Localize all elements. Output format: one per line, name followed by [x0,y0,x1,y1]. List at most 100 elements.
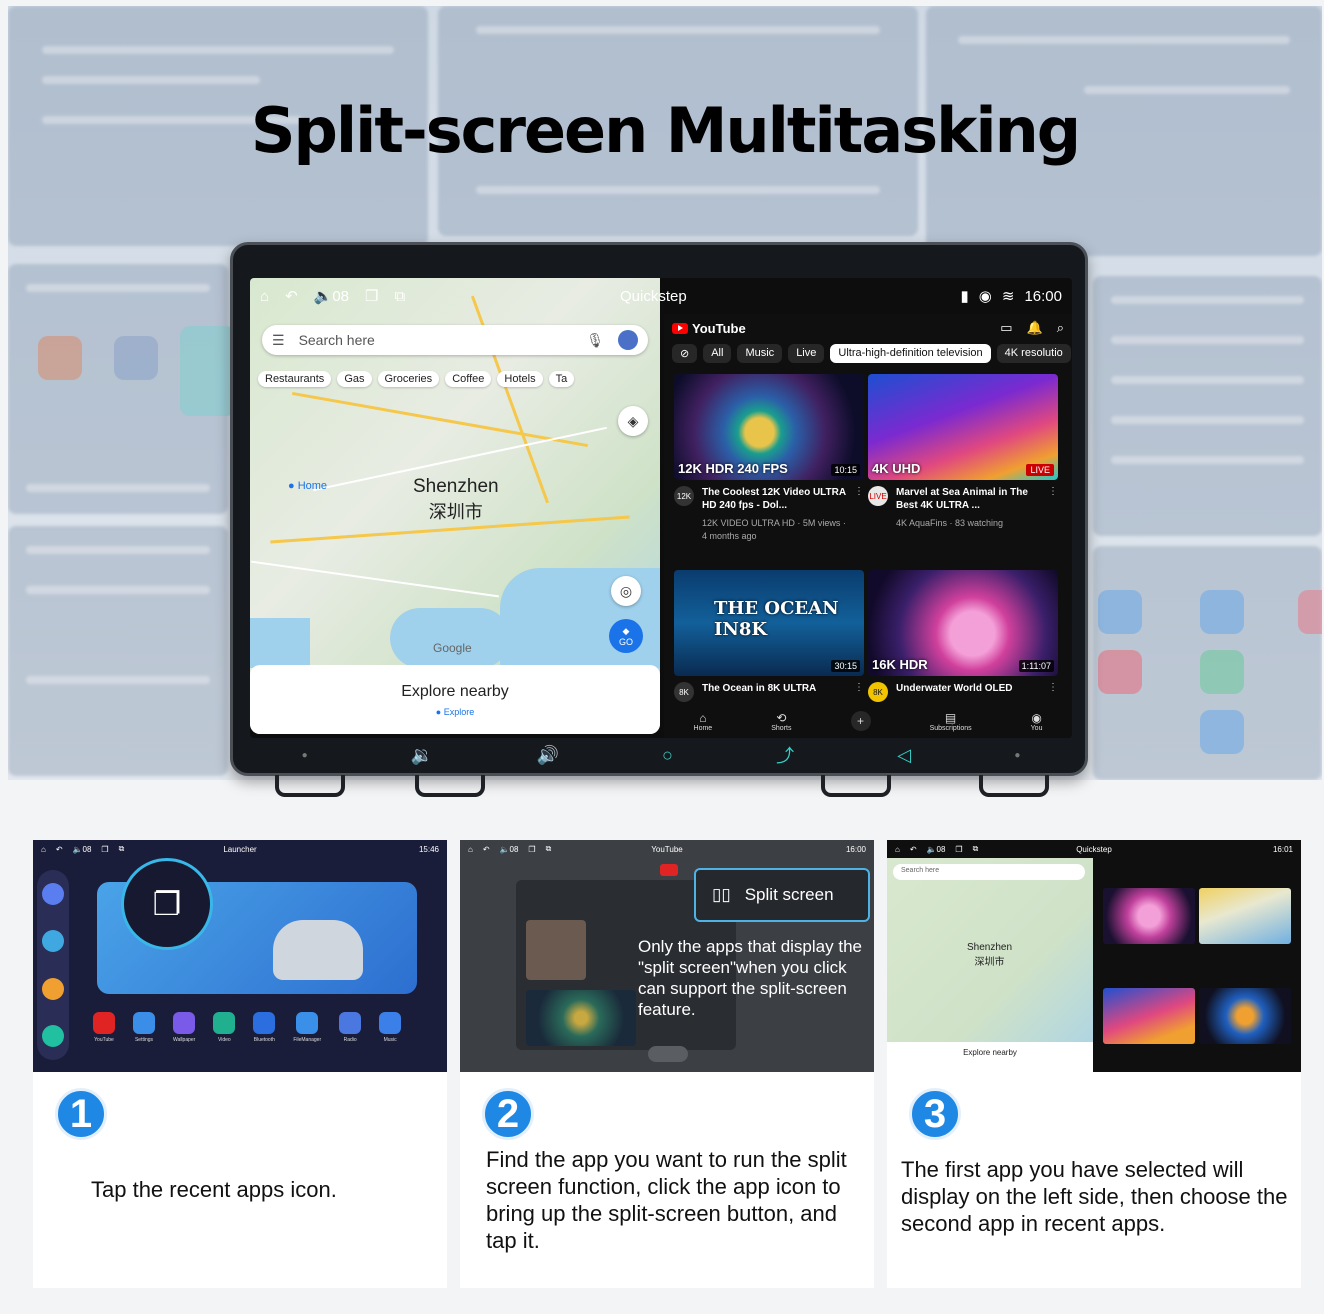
recent-apps-icon: ❐ [955,844,963,854]
explore-icon[interactable]: ⊘ [672,344,698,363]
chip-music[interactable]: Music [737,344,783,363]
explore-sheet[interactable]: Explore nearby [887,1042,1093,1072]
app-filemanager[interactable]: FileManager [293,1012,321,1043]
split-screen-note: Only the apps that display the "split sc… [638,937,862,1019]
chip-all[interactable]: All [703,344,732,363]
avatar[interactable] [618,330,638,350]
split-screen-icon: ▯▯ [712,885,731,904]
battery-icon: ▮ [960,288,969,305]
chip-groceries[interactable]: Groceries [377,371,440,387]
youtube-app-icon[interactable] [660,864,678,876]
go-button[interactable]: ◆ GO [609,619,643,653]
home-icon [42,882,64,905]
map-search-bar[interactable]: ☰ Search here 🎙 [262,325,648,355]
channel-avatar[interactable]: LIVE [868,486,888,506]
app-video[interactable]: Video [213,1012,236,1043]
video-thumbnail[interactable]: 16K HDR 1:11:07 [868,570,1058,676]
navigation-key-icon[interactable]: ⤴ [776,742,794,768]
youtube-logo[interactable]: YouTube [672,321,746,336]
channel-avatar[interactable]: 12K [674,486,694,506]
bg-app-tile [1098,590,1142,634]
bg-app-tile [1200,650,1244,694]
back-icon: ↶ [482,844,490,854]
back-key-icon[interactable]: ◁ [897,745,911,766]
app-bluetooth[interactable]: Bluetooth [253,1012,276,1043]
back-icon: ↶ [909,844,917,854]
menu-icon[interactable]: ☰ [272,332,285,349]
home-key-icon[interactable]: ○ [662,745,673,766]
map-search-input[interactable]: Search here [299,332,375,348]
cast-icon[interactable]: ▭ [1000,320,1012,336]
app-shortcuts: YouTube Settings Wallpaper Video Bluetoo… [93,1012,402,1043]
video-thumbnail[interactable]: 12K HDR 240 FPS 10:15 [674,374,864,480]
youtube-app-pane[interactable]: YouTube ▭ 🔔 ⌕ ⊘ All Music Live Ultra-hig… [664,314,1072,738]
page-title: Split-screen Multitasking [250,94,1081,167]
channel-avatar[interactable]: 8K [674,682,694,702]
volume-icon[interactable]: 🔈08 [314,287,349,305]
chip-restaurants[interactable]: Restaurants [258,371,332,387]
video-thumbnail[interactable]: THE OCEAN IN8K 30:15 [674,570,864,676]
video-title[interactable]: The Coolest 12K Video ULTRA HD 240 fps -… [702,486,852,512]
more-options-icon[interactable]: ⋮ [1048,682,1058,693]
head-unit-device: ☰ Search here 🎙 Restaurants Gas Grocerie… [230,242,1088,797]
recent-apps-highlight[interactable]: ❐ [121,858,213,950]
clear-all-button[interactable] [648,1046,688,1062]
bg-panel [8,526,228,776]
home-icon[interactable]: ⌂ [260,288,269,305]
chip-gas[interactable]: Gas [337,371,372,387]
nav-shorts[interactable]: ⟲ Shorts [771,711,791,732]
step-1-screenshot: ⌂ ↶ 🔈08 ❐ ⧉ Launcher 15:46 ❐ YouTube Setti… [33,840,447,1072]
more-options-icon[interactable]: ⋮ [1048,486,1058,497]
music-icon [42,977,64,1000]
video-thumbnail[interactable] [1103,988,1195,1044]
wifi-icon: ≋ [1001,288,1015,305]
video-thumbnail[interactable] [1103,888,1195,944]
app-music[interactable]: Music [379,1012,402,1043]
google-watermark: Google [433,641,472,655]
volume-down-key[interactable]: 🔉 [411,745,433,766]
app-settings[interactable]: Settings [133,1012,155,1043]
tab-explore[interactable]: ● Explore [250,707,660,717]
app-youtube[interactable]: YouTube [93,1012,115,1043]
app-radio[interactable]: Radio [339,1012,362,1043]
chip-coffee[interactable]: Coffee [445,371,492,387]
create-button[interactable]: + [850,711,871,731]
channel-avatar[interactable]: 8K [868,682,888,702]
maps-app-pane[interactable]: ☰ Search here 🎙 Restaurants Gas Grocerie… [250,278,660,734]
video-title[interactable]: The Ocean in 8K ULTRA [702,682,852,695]
search-icon[interactable]: ⌕ [1057,320,1064,336]
split-screen-button[interactable]: ▯▯ Split screen [694,868,870,922]
video-thumbnail[interactable] [1199,988,1291,1044]
maps-app-pane[interactable]: Search here Shenzhen 深圳市 Explore nearby [887,858,1093,1072]
home-pin[interactable]: ● Home [288,480,327,492]
video-title[interactable]: Underwater World OLED [896,682,1046,695]
step-3-description: The first app you have selected will dis… [901,1157,1288,1236]
chip-live[interactable]: Live [788,344,825,363]
chip-hotels[interactable]: Hotels [497,371,543,387]
nav-you[interactable]: ◉ You [1031,711,1043,732]
more-options-icon[interactable]: ⋮ [854,486,864,497]
layers-icon[interactable]: ◈ [618,406,648,436]
microphone-icon[interactable]: 🎙 [586,332,604,349]
recent-apps-icon[interactable]: ❐ [365,287,378,305]
explore-sheet[interactable]: Explore nearby ● Explore [250,665,660,734]
map-search-input[interactable]: Search here [893,864,1085,880]
split-screen-icon[interactable]: ⧉ [394,288,405,305]
notifications-icon[interactable]: 🔔 [1027,320,1043,336]
more-options-icon[interactable]: ⋮ [854,682,864,693]
my-location-icon[interactable]: ◎ [611,576,641,606]
back-icon[interactable]: ↶ [285,287,298,305]
youtube-app-pane[interactable] [1099,864,1293,1064]
mount-bracket [979,775,1049,797]
volume-up-key[interactable]: 🔊 [536,745,558,766]
chip-more[interactable]: Ta [548,371,575,387]
chip-uhd-tv[interactable]: Ultra-high-definition television [830,344,991,363]
home-icon: ⌂ [41,844,46,854]
app-wallpaper[interactable]: Wallpaper [173,1012,195,1043]
video-thumbnail[interactable]: 4K UHD LIVE [868,374,1058,480]
nav-subscriptions[interactable]: ▤ Subscriptions [930,711,972,732]
video-title[interactable]: Marvel at Sea Animal in The Best 4K ULTR… [896,486,1046,512]
nav-home[interactable]: ⌂ Home [694,711,713,732]
chip-4k[interactable]: 4K resolutio [996,344,1071,363]
video-thumbnail[interactable] [1199,888,1291,944]
